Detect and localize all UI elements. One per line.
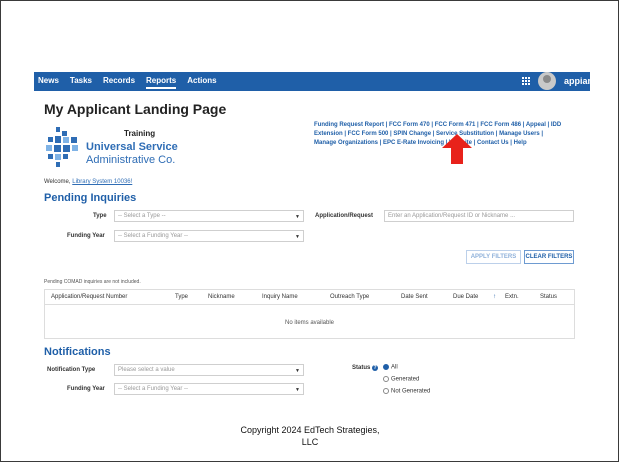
- notif-funding-year-label: Funding Year: [67, 386, 105, 392]
- red-up-arrow-icon: [442, 134, 472, 164]
- col-app-request-number[interactable]: Application/Request Number: [51, 294, 127, 300]
- nav-records[interactable]: Records: [103, 76, 135, 89]
- status-label-text: Status: [352, 365, 371, 371]
- status-option-all: All: [391, 364, 398, 371]
- brand-logo: appian: [564, 76, 590, 86]
- copyright-footer: Copyright 2024 EdTech Strategies, LLC: [200, 424, 420, 448]
- chevron-down-icon: ▼: [295, 368, 300, 374]
- chevron-down-icon: ▼: [295, 234, 300, 240]
- sort-up-arrow-icon[interactable]: ↑: [493, 294, 496, 300]
- usac-logo-icon: [46, 127, 78, 167]
- user-avatar[interactable]: [538, 72, 556, 90]
- type-label: Type: [93, 213, 107, 219]
- comad-note: Pending COMAD inquiries are not included…: [44, 279, 141, 285]
- welcome-prefix: Welcome,: [44, 179, 71, 185]
- logo-line2: Administrative Co.: [86, 154, 176, 166]
- radio-unselected-icon: [383, 376, 389, 382]
- chevron-down-icon: ▼: [295, 214, 300, 220]
- app-request-input[interactable]: Enter an Application/Request ID or Nickn…: [384, 210, 574, 222]
- app-request-placeholder: Enter an Application/Request ID or Nickn…: [388, 213, 516, 219]
- pending-inquiries-heading: Pending Inquiries: [44, 192, 137, 204]
- col-status[interactable]: Status: [540, 294, 557, 300]
- col-inquiry-name[interactable]: Inquiry Name: [262, 294, 298, 300]
- copyright-line2: LLC: [301, 437, 319, 447]
- status-radio-all[interactable]: All: [383, 364, 398, 371]
- col-date-sent[interactable]: Date Sent: [401, 294, 428, 300]
- app-window: News Tasks Records Reports Actions appia…: [34, 72, 590, 398]
- logo-line1: Universal Service: [86, 141, 178, 153]
- copyright-line1: Copyright 2024 EdTech Strategies,: [240, 425, 380, 435]
- notif-funding-year-value: -- Select a Funding Year --: [118, 386, 189, 392]
- col-nickname[interactable]: Nickname: [208, 294, 235, 300]
- pending-inquiries-table: Application/Request Number Type Nickname…: [44, 289, 575, 339]
- status-radio-not-generated[interactable]: Not Generated: [383, 388, 430, 395]
- col-outreach-type[interactable]: Outreach Type: [330, 294, 369, 300]
- status-option-not-generated: Not Generated: [391, 388, 431, 395]
- col-extn[interactable]: Extn.: [505, 294, 519, 300]
- nav-tasks[interactable]: Tasks: [70, 76, 92, 89]
- status-option-generated: Generated: [391, 376, 420, 383]
- nav-news[interactable]: News: [38, 76, 59, 89]
- empty-table-message: No items available: [284, 320, 335, 326]
- apps-grid-icon[interactable]: [522, 77, 531, 86]
- welcome-user-link[interactable]: Library System 10036!: [72, 179, 132, 185]
- clear-filters-button[interactable]: CLEAR FILTERS: [524, 250, 574, 264]
- usac-logo: Training Universal Service Administrativ…: [44, 123, 194, 173]
- app-request-label: Application/Request: [315, 213, 374, 219]
- notification-type-label: Notification Type: [47, 367, 96, 373]
- page-title: My Applicant Landing Page: [44, 101, 227, 117]
- type-select[interactable]: -- Select a Type -- ▼: [114, 210, 304, 222]
- nav-menu: News Tasks Records Reports Actions: [38, 76, 228, 89]
- notification-type-value: Please select a value: [118, 367, 175, 373]
- type-select-value: -- Select a Type --: [118, 213, 166, 219]
- notif-funding-year-select[interactable]: -- Select a Funding Year -- ▼: [114, 383, 304, 395]
- apply-filters-button[interactable]: APPLY FILTERS: [466, 250, 521, 264]
- logo-training-label: Training: [124, 129, 156, 138]
- radio-selected-icon: [383, 364, 389, 370]
- notifications-heading: Notifications: [44, 346, 111, 358]
- col-due-date[interactable]: Due Date: [453, 294, 478, 300]
- welcome-text: Welcome, Library System 10036!: [44, 179, 132, 185]
- notification-type-select[interactable]: Please select a value ▼: [114, 364, 304, 376]
- quick-links-row1[interactable]: Funding Request Report | FCC Form 470 | …: [314, 121, 584, 130]
- status-radio-generated[interactable]: Generated: [383, 376, 419, 383]
- funding-year-select-value: -- Select a Funding Year --: [118, 233, 189, 239]
- nav-actions[interactable]: Actions: [187, 76, 216, 89]
- col-type[interactable]: Type: [175, 294, 188, 300]
- table-header: Application/Request Number Type Nickname…: [45, 290, 574, 305]
- status-label: Status ?: [352, 365, 379, 371]
- help-icon[interactable]: ?: [372, 365, 379, 371]
- top-nav-bar: News Tasks Records Reports Actions appia…: [34, 72, 590, 91]
- chevron-down-icon: ▼: [295, 387, 300, 393]
- main-content: My Applicant Landing Page Training Unive…: [34, 91, 590, 398]
- funding-year-select[interactable]: -- Select a Funding Year -- ▼: [114, 230, 304, 242]
- nav-reports[interactable]: Reports: [146, 76, 177, 89]
- funding-year-label: Funding Year: [67, 233, 105, 239]
- radio-unselected-icon: [383, 388, 389, 394]
